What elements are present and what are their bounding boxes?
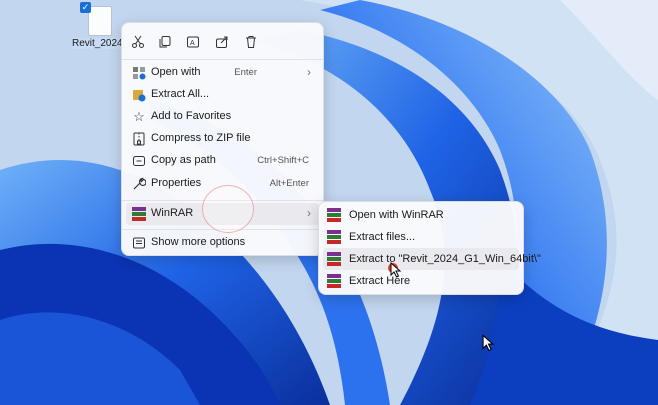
cut-icon (132, 35, 144, 48)
open-with-icon (131, 65, 147, 81)
desktop-file-icon[interactable]: ✓ Revit_2024_... (72, 2, 137, 52)
mouse-cursor-icon (482, 334, 495, 352)
context-menu-toolbar: A (122, 23, 323, 59)
menu-item-label: WinRAR (151, 207, 194, 219)
menu-item-label: Properties (151, 177, 202, 189)
winrar-icon (131, 206, 147, 222)
chevron-right-icon: › (307, 65, 311, 79)
winrar-icon (327, 274, 341, 288)
svg-text:A: A (190, 40, 195, 47)
chevron-right-icon: › (307, 206, 311, 220)
menu-item-compress-zip[interactable]: Compress to ZIP file (126, 128, 319, 150)
more-options-icon (131, 235, 147, 251)
share-button[interactable] (212, 32, 232, 52)
extract-all-icon (131, 87, 147, 103)
menu-item-extract-all[interactable]: Extract All... (126, 84, 319, 106)
selection-checkbox[interactable]: ✓ (80, 2, 91, 13)
menu-item-label: Copy as path (151, 154, 216, 166)
file-icon (88, 6, 112, 36)
shortcut-text: Enter (234, 67, 257, 78)
delete-icon (246, 36, 256, 48)
menu-item-open-with[interactable]: Open with Enter › (126, 62, 319, 84)
rename-button[interactable]: A (183, 32, 203, 52)
share-icon (216, 36, 228, 48)
menu-item-label: Open with (151, 66, 201, 78)
divider (122, 59, 323, 60)
submenu-item-extract-to-folder[interactable]: Extract to "Revit_2024_G1_Win_64bit\" (323, 248, 541, 270)
copy-button[interactable] (155, 32, 175, 52)
mouse-cursor-icon (390, 262, 402, 278)
submenu-item-open-with-winrar[interactable]: Open with WinRAR (323, 204, 519, 226)
submenu-item-label: Extract to "Revit_2024_G1_Win_64bit\" (349, 253, 541, 265)
winrar-icon (327, 230, 341, 244)
winrar-icon (327, 252, 341, 266)
submenu-item-label: Extract files... (349, 231, 416, 243)
winrar-icon (327, 208, 341, 222)
submenu-item-extract-files[interactable]: Extract files... (323, 226, 519, 248)
menu-item-label: Extract All... (151, 88, 210, 100)
wrench-icon (131, 176, 147, 192)
copy-path-icon (131, 153, 147, 169)
file-label: Revit_2024_... (72, 38, 137, 49)
click-highlight (202, 185, 254, 233)
submenu-item-extract-here[interactable]: Extract Here (323, 270, 519, 292)
menu-item-copy-as-path[interactable]: Copy as path Ctrl+Shift+C (126, 150, 319, 172)
cut-button[interactable] (128, 32, 148, 52)
star-icon: ☆ (133, 109, 145, 124)
copy-icon (159, 36, 171, 48)
shortcut-text: Ctrl+Shift+C (257, 155, 309, 166)
submenu-item-label: Open with WinRAR (349, 209, 444, 221)
shortcut-text: Alt+Enter (269, 178, 309, 189)
menu-item-add-to-favorites[interactable]: ☆ Add to Favorites (126, 106, 319, 128)
menu-item-show-more-options[interactable]: Show more options (126, 232, 319, 254)
menu-item-label: Show more options (151, 236, 246, 248)
winrar-submenu: Open with WinRAR Extract files... Extrac… (318, 201, 541, 295)
rename-icon: A (187, 36, 199, 48)
zip-icon (131, 131, 147, 147)
menu-item-label: Add to Favorites (151, 110, 232, 122)
delete-button[interactable] (241, 32, 261, 52)
menu-item-label: Compress to ZIP file (151, 132, 251, 144)
